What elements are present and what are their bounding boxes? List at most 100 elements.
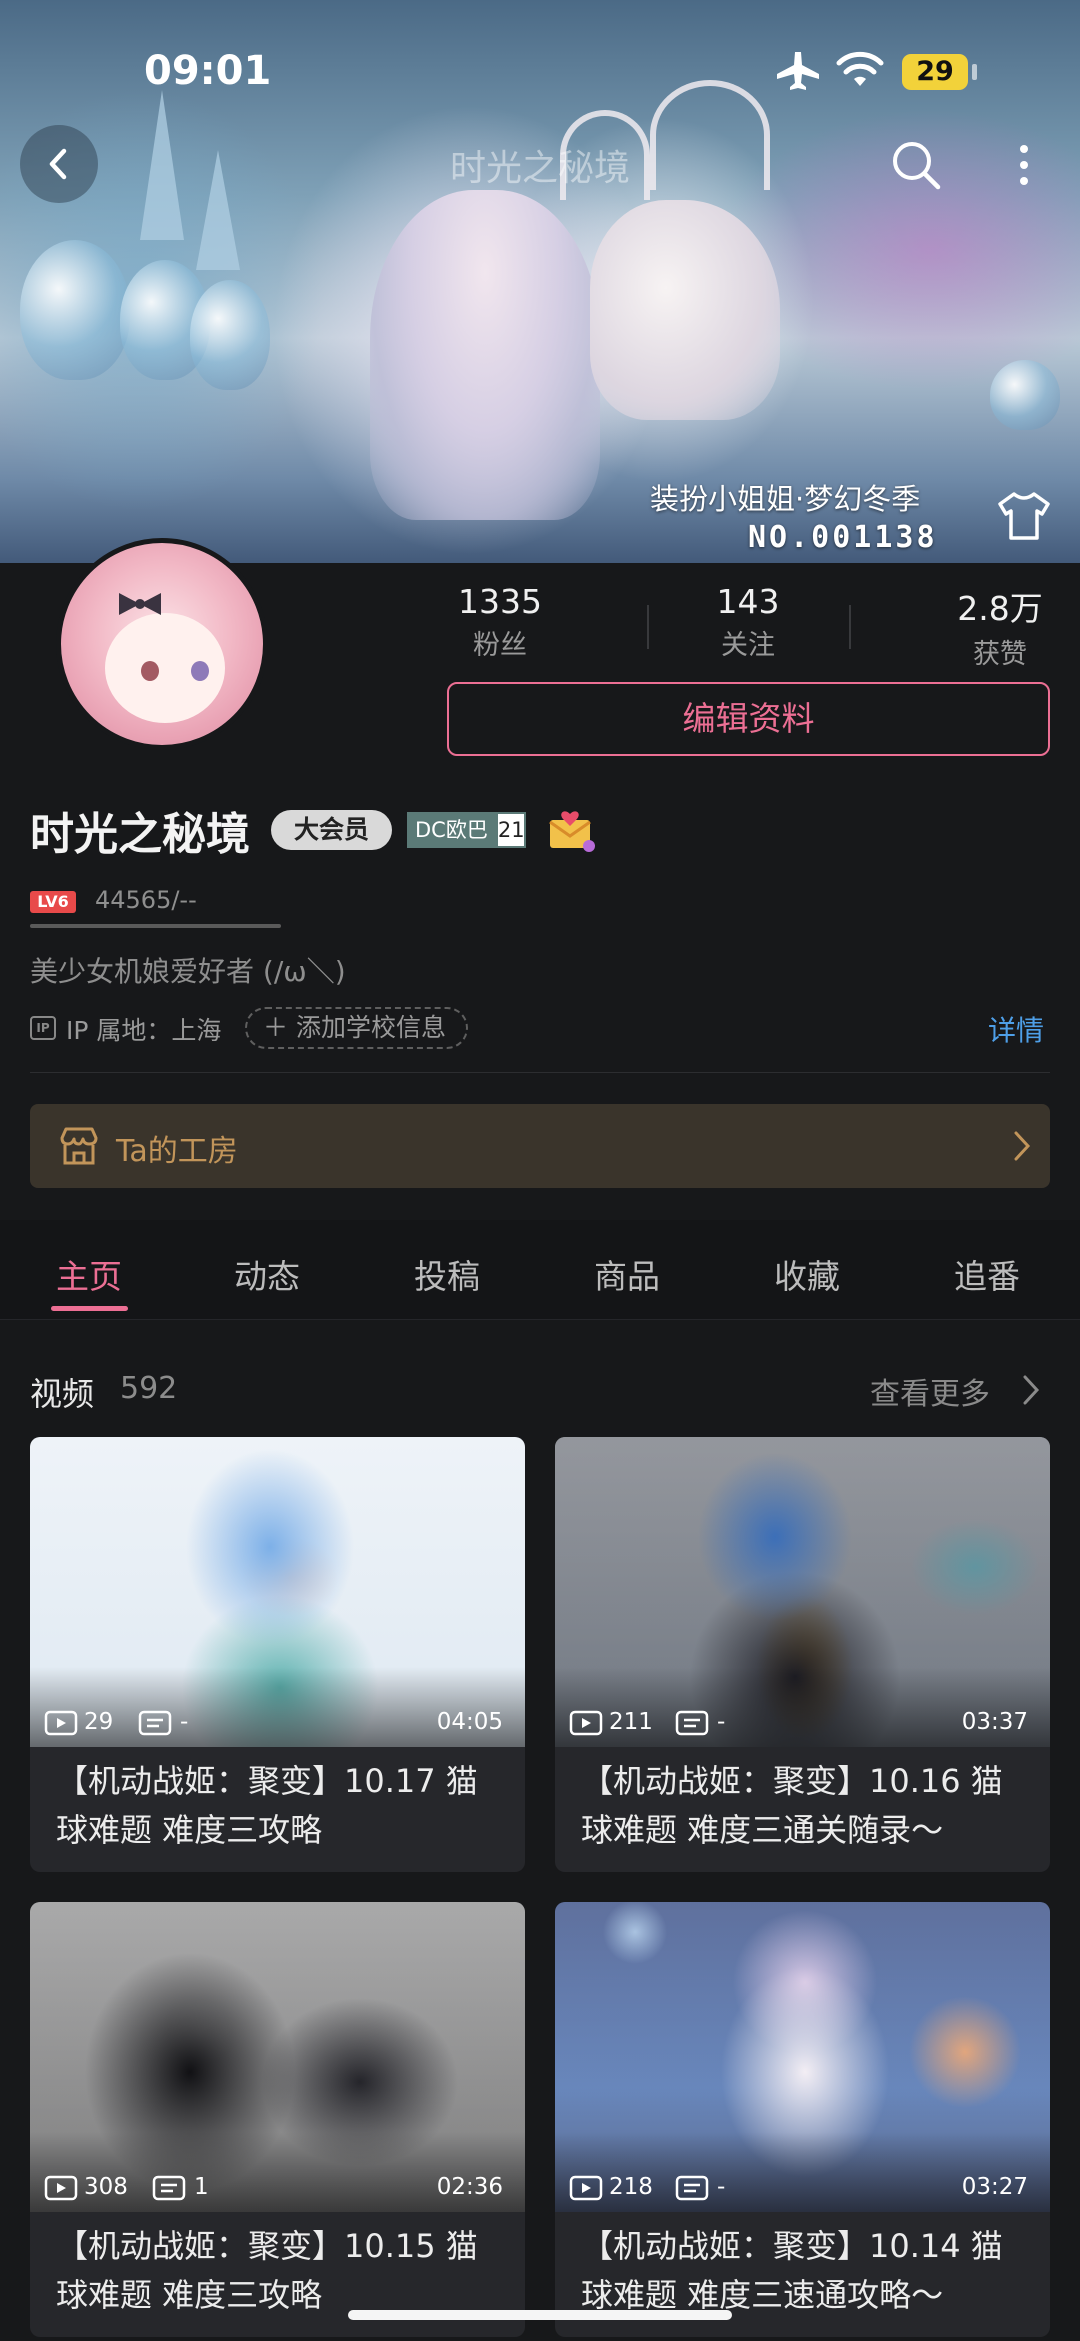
tab-bar	[0, 1220, 1080, 1320]
videos-section-title: 视频	[30, 1375, 95, 1413]
stat-divider	[849, 605, 851, 649]
status-time: 09:01	[144, 48, 272, 94]
exp-text: 44565/--	[95, 886, 197, 914]
workshop-entry[interactable]: Ta的工房	[30, 1104, 1050, 1188]
danmaku-icon	[675, 2175, 709, 2201]
video-title: 【机动战姬：聚变】10.14 猫球难题 难度三速通攻略～	[581, 2227, 1003, 2314]
wifi-icon	[836, 51, 884, 86]
active-tab-indicator	[51, 1306, 128, 1311]
video-card[interactable]: 211 - 03:37 【机动战姬：聚变】10.16 猫球难题 难度三通关随录～	[555, 1437, 1050, 1872]
video-duration: 03:27	[961, 2174, 1028, 2200]
glass-dome	[190, 280, 270, 390]
danmaku-count: -	[180, 1709, 189, 1735]
stat-label: 关注	[721, 630, 775, 661]
level-badge: LV6	[30, 891, 76, 913]
video-card[interactable]: 218 - 03:27 【机动战姬：聚变】10.14 猫球难题 难度三速通攻略～	[555, 1902, 1050, 2337]
add-school-button[interactable]: ＋ 添加学校信息	[245, 1007, 468, 1049]
avatar-eye	[191, 661, 209, 681]
danmaku-icon	[138, 1710, 172, 1736]
fan-medal-name: DC欧巴	[407, 812, 496, 848]
stat-label: 获赞	[973, 639, 1027, 670]
chevron-right-icon[interactable]	[1022, 1374, 1040, 1406]
search-icon[interactable]	[888, 137, 944, 193]
banner-girl-figure	[370, 190, 600, 520]
video-title: 【机动战姬：聚变】10.16 猫球难题 难度三通关随录～	[581, 1762, 1003, 1849]
username: 时光之秘境	[30, 809, 250, 860]
video-card[interactable]: 29 - 04:05 【机动战姬：聚变】10.17 猫球难题 难度三攻略	[30, 1437, 525, 1872]
tab-bangumi[interactable]: 追番	[954, 1250, 1020, 1298]
shop-icon	[60, 1127, 98, 1165]
glass-dome	[20, 240, 130, 380]
stat-value: 143	[716, 582, 780, 621]
danmaku-count: -	[717, 1709, 726, 1735]
tab-goods[interactable]: 商品	[594, 1250, 660, 1298]
add-school-label: 添加学校信息	[295, 1013, 446, 1042]
video-title: 【机动战姬：聚变】10.15 猫球难题 难度三攻略	[56, 2227, 478, 2314]
stat-value: 2.8万	[957, 589, 1043, 628]
home-indicator[interactable]	[348, 2310, 732, 2320]
battery-level: 29	[902, 54, 968, 90]
video-duration: 03:37	[961, 1709, 1028, 1735]
thumbnail-shade	[30, 2132, 525, 2212]
tab-uploads[interactable]: 投稿	[414, 1250, 480, 1298]
edit-profile-button[interactable]: 编辑资料	[447, 682, 1050, 756]
skin-name: 装扮小姐姐·梦幻冬季	[650, 482, 921, 516]
play-count-icon	[44, 1710, 78, 1736]
play-count-icon	[44, 2175, 78, 2201]
play-count-icon	[569, 1710, 603, 1736]
chevron-right-icon	[1014, 1131, 1031, 1161]
tab-dynamics[interactable]: 动态	[234, 1250, 300, 1298]
play-count-icon	[569, 2175, 603, 2201]
danmaku-icon	[152, 2175, 186, 2201]
divider	[0, 1319, 1080, 1320]
play-count: 308	[84, 2174, 128, 2200]
envelope-icon[interactable]	[547, 808, 597, 852]
avatar-eye	[141, 661, 159, 681]
thumbnail-shade	[555, 2132, 1050, 2212]
danmaku-count: -	[717, 2174, 726, 2200]
skin-number: NO.001138	[748, 520, 938, 555]
thumbnail-shade	[30, 1667, 525, 1747]
stat-following[interactable]: 143 关注	[688, 582, 808, 662]
see-more-link[interactable]: 查看更多	[870, 1369, 990, 1413]
glass-dome	[990, 360, 1060, 430]
detail-link[interactable]: 详情	[988, 1009, 1044, 1049]
play-count: 211	[609, 1709, 653, 1735]
fan-medal[interactable]: DC欧巴 21	[407, 812, 526, 848]
workshop-label: Ta的工房	[116, 1134, 238, 1169]
avatar[interactable]	[56, 538, 268, 750]
danmaku-icon	[675, 1710, 709, 1736]
avatar-bow	[119, 593, 161, 615]
airplane-mode-icon	[777, 52, 819, 90]
stat-fans[interactable]: 1335 粉丝	[440, 582, 560, 662]
video-title: 【机动战姬：聚变】10.17 猫球难题 难度三攻略	[56, 1762, 478, 1849]
ip-location: IP 属地：上海	[66, 1016, 222, 1045]
signature: 美少女机娘爱好者 (/ω＼)	[30, 955, 346, 988]
stat-label: 粉丝	[473, 630, 527, 661]
plus-icon: ＋	[263, 1013, 289, 1042]
stat-divider	[647, 605, 649, 649]
fan-medal-level: 21	[495, 812, 526, 848]
tab-favorites[interactable]: 收藏	[774, 1250, 840, 1298]
play-count: 218	[609, 2174, 653, 2200]
battery-cap	[972, 64, 977, 80]
ip-badge: IP	[30, 1016, 56, 1040]
profile-banner[interactable]: 09:01 29 时光之秘境 装扮小姐姐·梦幻冬季 NO.001138	[0, 0, 1080, 563]
stat-value: 1335	[458, 582, 542, 621]
video-duration: 04:05	[436, 1709, 503, 1735]
banner-deer-figure	[590, 200, 780, 420]
videos-count: 592	[120, 1371, 178, 1406]
tshirt-icon[interactable]	[996, 490, 1052, 542]
tab-home[interactable]: 主页	[56, 1250, 122, 1298]
stat-likes[interactable]: 2.8万 获赞	[940, 582, 1060, 671]
thumbnail-shade	[555, 1667, 1050, 1747]
vip-badge[interactable]: 大会员	[271, 810, 392, 850]
video-card[interactable]: 308 1 02:36 【机动战姬：聚变】10.15 猫球难题 难度三攻略	[30, 1902, 525, 2337]
top-nav: 时光之秘境	[0, 125, 1080, 205]
video-duration: 02:36	[436, 2174, 503, 2200]
more-vertical-icon[interactable]	[1004, 137, 1044, 193]
exp-progress-bar	[30, 924, 281, 928]
status-bar: 09:01 29	[0, 0, 1080, 140]
divider	[30, 1072, 1050, 1073]
danmaku-count: 1	[194, 2174, 209, 2200]
